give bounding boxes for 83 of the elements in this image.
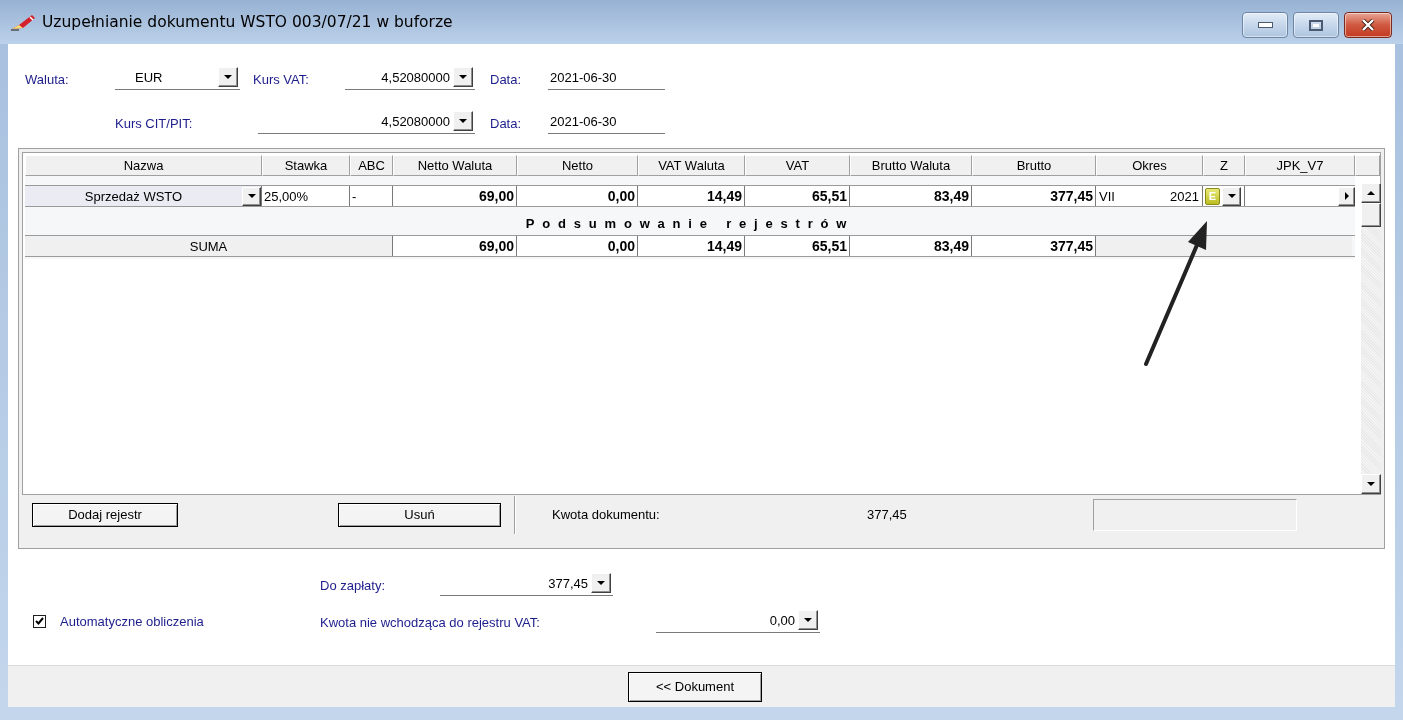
table-cell: 0,00 [517, 186, 638, 206]
table-cell: 0,00 [517, 236, 638, 256]
column-header: VAT Waluta [638, 155, 745, 176]
table-cell: 14,49 [638, 186, 745, 206]
table-cell: SUMA [25, 236, 393, 256]
column-header: Nazwa [25, 155, 262, 176]
maximize-button[interactable] [1293, 12, 1339, 38]
column-header: Stawka [262, 155, 350, 176]
caret-icon [224, 75, 232, 79]
minimize-icon [1257, 22, 1273, 28]
caret-icon [1367, 482, 1375, 486]
column-header: Okres [1096, 155, 1203, 176]
cell-text: VII [1098, 188, 1116, 204]
minimize-button[interactable] [1242, 12, 1288, 38]
dropdown-button[interactable] [453, 67, 473, 87]
caret-icon [804, 618, 812, 622]
scroll-thumb[interactable] [1361, 203, 1381, 227]
letter-badge: E [1205, 187, 1220, 205]
field-label: Data: [490, 72, 523, 89]
table-cell: 25,00% [262, 186, 350, 206]
close-icon [1361, 19, 1375, 31]
date-field[interactable]: 2021-06-30 [548, 65, 665, 90]
dropdown-button[interactable] [453, 111, 473, 131]
table-cell: 14,49 [638, 236, 745, 256]
field-label: Do zapłaty: [320, 578, 387, 595]
field-label: Waluta: [25, 72, 70, 89]
currency-combo[interactable]: EUR [115, 65, 240, 90]
table-cell: 377,45 [972, 236, 1096, 256]
section-title: Podsumowanie rejestrów [524, 214, 856, 233]
pencil-icon [10, 13, 36, 31]
column-header: Brutto Waluta [850, 155, 972, 176]
column-header: Z [1203, 155, 1245, 176]
window-title: Uzupełnianie dokumentu WSTO 003/07/21 w buforze [42, 13, 453, 31]
amount-combo[interactable]: 377,45 [440, 571, 613, 596]
scroll-up-button[interactable] [1361, 183, 1381, 203]
caret-icon [247, 194, 256, 198]
caret-right-icon [1344, 192, 1349, 200]
date-field[interactable]: 2021-06-30 [548, 109, 665, 134]
column-header: Brutto [972, 155, 1096, 176]
amount-value: 377,45 [867, 507, 907, 522]
amount-combo[interactable]: 0,00 [656, 608, 820, 633]
column-header: Netto [517, 155, 638, 176]
caret-icon [597, 581, 605, 585]
dropdown-button[interactable] [1222, 186, 1241, 206]
table-cell: 377,45 [972, 186, 1096, 206]
dropdown-button[interactable] [591, 573, 611, 593]
caret-up-icon [1367, 191, 1375, 195]
delete-button[interactable]: Usuń [338, 502, 501, 527]
caret-icon [459, 119, 467, 123]
field-label: Data: [490, 116, 523, 133]
field-label: Kurs VAT: [253, 72, 310, 89]
field-label: Kurs CIT/PIT: [115, 116, 194, 133]
dropdown-button[interactable] [798, 610, 818, 630]
table-cell: - [350, 186, 393, 206]
cell-text: 2021 [1169, 188, 1200, 204]
caret-icon [459, 75, 467, 79]
checkbox[interactable] [33, 614, 46, 628]
check-icon [35, 617, 44, 625]
column-header: JPK_V7 [1245, 155, 1355, 176]
table-cell: 69,00 [393, 236, 517, 256]
maximize-icon [1309, 19, 1323, 31]
scrollbar[interactable] [1361, 183, 1381, 494]
table-cell: 65,51 [745, 186, 850, 206]
document-button[interactable]: << Dokument [628, 671, 762, 702]
expand-button[interactable] [1338, 186, 1355, 206]
rate-combo[interactable]: 4,52080000 [258, 109, 475, 134]
column-header: Netto Waluta [393, 155, 517, 176]
rate-combo[interactable]: 4,52080000 [345, 65, 475, 90]
caret-icon [1227, 194, 1236, 198]
close-button[interactable] [1344, 12, 1392, 38]
table-cell: 65,51 [745, 236, 850, 256]
column-header: VAT [745, 155, 850, 176]
amount-label: Kwota dokumentu: [552, 507, 661, 522]
dropdown-button[interactable] [242, 186, 261, 206]
table-cell: 83,49 [850, 186, 972, 206]
checkbox-label[interactable]: Automatyczne obliczenia [60, 613, 204, 629]
column-header: ABC [350, 155, 393, 176]
scroll-down-button[interactable] [1361, 474, 1381, 494]
dropdown-button[interactable] [218, 67, 238, 87]
table-cell: 83,49 [850, 236, 972, 256]
table-cell: 69,00 [393, 186, 517, 206]
field-label: Kwota nie wchodząca do rejestru VAT: [320, 615, 541, 632]
add-register-button[interactable]: Dodaj rejestr [32, 502, 178, 527]
